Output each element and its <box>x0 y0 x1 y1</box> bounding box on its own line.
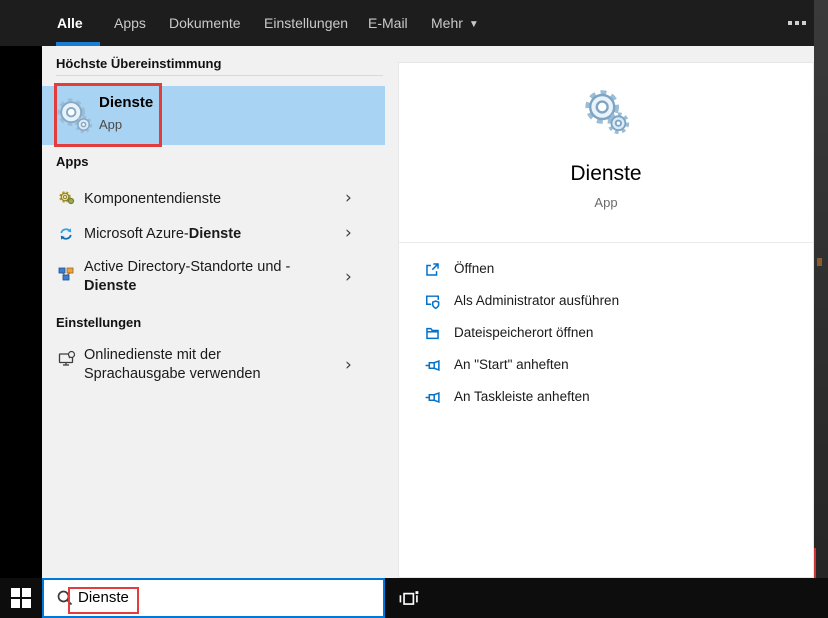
azure-sync-icon <box>58 226 74 242</box>
chevron-right-icon[interactable]: › <box>345 355 352 375</box>
open-icon <box>424 261 441 278</box>
preview-title: Dienste <box>399 162 813 186</box>
search-icon <box>56 589 74 607</box>
services-gears-icon-large <box>583 89 631 137</box>
result-label: Komponentendienste <box>84 190 221 209</box>
action-label: An Taskleiste anheften <box>454 389 590 404</box>
settings-section-header: Einstellungen <box>56 315 141 330</box>
chevron-right-icon[interactable]: › <box>345 267 352 287</box>
result-microsoft-azure-dienste[interactable]: Microsoft Azure-Dienste › <box>42 218 385 250</box>
result-onlinedienste-sprachausgabe[interactable]: Onlinedienste mit der Sprachausgabe verwe… <box>42 342 385 390</box>
action-run-as-admin[interactable]: Als Administrator ausführen <box>399 286 813 318</box>
start-button[interactable] <box>11 588 30 607</box>
label-line1: Active Directory-Standorte und - <box>84 259 290 275</box>
pin-icon <box>424 357 441 374</box>
action-open-file-location[interactable]: Dateispeicherort öffnen <box>399 318 813 350</box>
taskbar-search-box[interactable]: Dienste <box>42 578 385 618</box>
label-line2: Sprachausgabe verwenden <box>84 366 261 382</box>
taskbar: Dienste <box>0 578 828 618</box>
apps-section-header: Apps <box>56 154 89 169</box>
tab-apps[interactable]: Apps <box>114 0 146 46</box>
tab-alle[interactable]: Alle <box>57 0 83 46</box>
active-directory-icon <box>58 266 74 282</box>
result-label: Active Directory-Standorte und - Dienste <box>84 258 290 296</box>
chevron-right-icon[interactable]: › <box>345 223 352 243</box>
result-label: Microsoft Azure-Dienste <box>84 225 241 244</box>
tab-einstellungen[interactable]: Einstellungen <box>264 0 348 46</box>
action-pin-to-start[interactable]: An "Start" anheften <box>399 350 813 382</box>
best-match-result-dienste[interactable]: Dienste App <box>42 86 385 145</box>
desktop-background-strip <box>814 0 828 578</box>
chevron-right-icon[interactable]: › <box>345 188 352 208</box>
tab-mehr[interactable]: Mehr ▼ <box>431 0 479 46</box>
windows-search-screen: Alle Apps Dokumente Einstellungen E-Mail… <box>0 0 828 618</box>
label-regular: Microsoft Azure- <box>84 226 189 242</box>
best-match-subtitle: App <box>99 117 122 132</box>
task-view-icon[interactable] <box>398 587 420 609</box>
tab-dokumente[interactable]: Dokumente <box>169 0 241 46</box>
search-results-panel: Höchste Übereinstimmung Dienste App Apps <box>42 46 385 578</box>
tab-email[interactable]: E-Mail <box>368 0 408 46</box>
narrator-online-services-icon <box>58 350 76 368</box>
tab-mehr-label: Mehr <box>431 15 463 31</box>
action-label: An "Start" anheften <box>454 357 569 372</box>
preview-panel: Dienste App Öffnen Als Administrator aus… <box>398 62 814 578</box>
label-bold: Dienste <box>189 226 241 242</box>
result-active-directory-standorte[interactable]: Active Directory-Standorte und -Dienste … <box>42 254 385 302</box>
pin-icon <box>424 389 441 406</box>
folder-icon <box>424 325 441 342</box>
admin-shield-icon <box>424 293 441 310</box>
action-label: Öffnen <box>454 261 494 276</box>
best-match-header: Höchste Übereinstimmung <box>56 56 221 71</box>
divider <box>56 75 383 76</box>
result-komponentendienste[interactable]: Komponentendienste › <box>42 183 385 215</box>
action-label: Dateispeicherort öffnen <box>454 325 593 340</box>
start-menu-left-rail <box>0 46 42 578</box>
action-pin-to-taskbar[interactable]: An Taskleiste anheften <box>399 382 813 414</box>
component-services-icon <box>58 189 75 206</box>
label-line2-bold: Dienste <box>84 278 136 294</box>
label-line1: Onlinedienste mit der <box>84 347 221 363</box>
chevron-down-icon: ▼ <box>469 2 479 48</box>
best-match-title: Dienste <box>99 94 153 111</box>
services-gears-icon <box>56 97 94 135</box>
divider <box>399 242 813 243</box>
search-input-value[interactable]: Dienste <box>78 589 129 606</box>
action-open[interactable]: Öffnen <box>399 254 813 286</box>
more-options-icon[interactable] <box>788 21 806 25</box>
action-label: Als Administrator ausführen <box>454 293 619 308</box>
preview-subtitle: App <box>399 195 813 210</box>
desktop-artifact <box>817 258 822 266</box>
search-filter-bar: Alle Apps Dokumente Einstellungen E-Mail… <box>0 0 814 46</box>
result-label: Onlinedienste mit der Sprachausgabe verwe… <box>84 346 261 384</box>
